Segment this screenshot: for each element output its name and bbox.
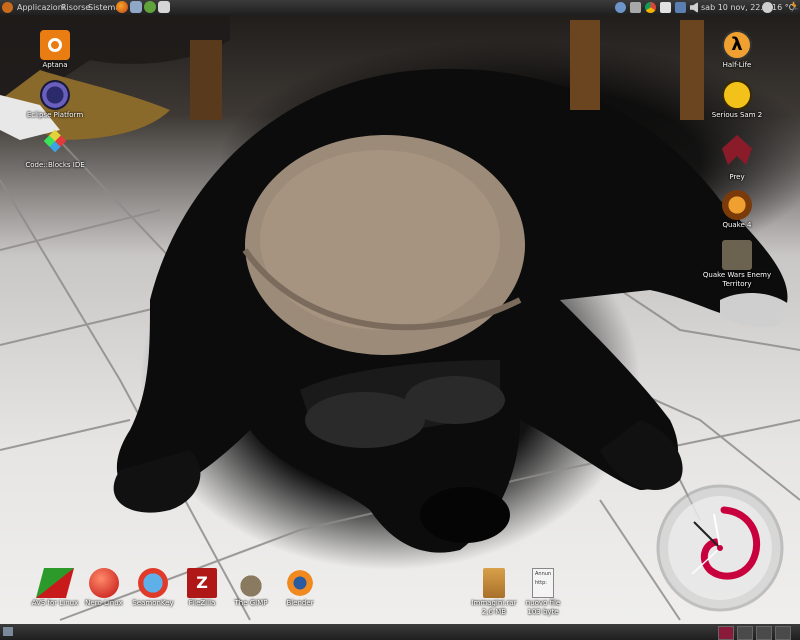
- desktop-icon-label: Aptana: [42, 61, 68, 69]
- desktop-icon-blender[interactable]: Blender: [255, 568, 345, 608]
- network-icon[interactable]: [675, 2, 686, 13]
- show-desktop-icon[interactable]: [3, 627, 13, 636]
- desktop-icon-eclipse[interactable]: Eclipse Platform: [10, 80, 100, 120]
- top-panel: Applicazioni Risorse Sistema sab 10 nov,…: [0, 0, 800, 15]
- desktop-icon-codeblocks[interactable]: Code::Blocks IDE: [10, 129, 100, 170]
- messenger-icon[interactable]: [144, 1, 156, 13]
- file-name: nuovo file: [525, 599, 561, 607]
- file-preview-line: http:: [535, 580, 547, 586]
- desktop-icon-quake4[interactable]: Quake 4: [692, 190, 782, 230]
- quake-wars-icon: [722, 240, 752, 270]
- desktop-icon-prey[interactable]: Prey: [692, 135, 782, 182]
- workspace-3[interactable]: [756, 626, 772, 640]
- workspace-2[interactable]: [737, 626, 753, 640]
- workspace-4[interactable]: [775, 626, 791, 640]
- half-life-icon: λ: [722, 30, 752, 60]
- file-manager-icon[interactable]: [130, 1, 142, 13]
- desktop-icon-label: Quake Wars Enemy Territory: [702, 271, 772, 288]
- desktop-icon-label: Eclipse Platform: [26, 111, 84, 119]
- text-file-icon: Annun http:: [532, 568, 554, 598]
- logout-runner-icon[interactable]: 🏃: [788, 2, 800, 13]
- codeblocks-icon: [40, 129, 70, 160]
- bottom-panel: [0, 624, 800, 640]
- desktop-icon-label: Blender: [286, 599, 314, 607]
- debian-clock-icon[interactable]: [654, 482, 786, 614]
- eclipse-icon: [40, 80, 70, 110]
- aptana-icon: [40, 30, 70, 60]
- desktop-icon-label: Serious Sam 2: [711, 111, 763, 119]
- menu-risorse[interactable]: Risorse: [61, 1, 90, 14]
- desktop-icon-quake-wars[interactable]: Quake Wars Enemy Territory: [692, 240, 782, 289]
- desktop-icon-label: Code::Blocks IDE: [25, 161, 85, 169]
- desktop-icon-serious-sam[interactable]: Serious Sam 2: [692, 80, 782, 120]
- quake4-icon: [722, 190, 752, 220]
- mail-icon[interactable]: [158, 1, 170, 13]
- firefox-icon[interactable]: [116, 1, 128, 13]
- blender-icon: [285, 568, 315, 598]
- file-size: 103 byte: [527, 608, 559, 616]
- chrome-icon[interactable]: [645, 2, 656, 13]
- workspace-1[interactable]: [718, 626, 734, 640]
- prey-icon: [722, 135, 752, 165]
- user-icon[interactable]: [615, 2, 626, 13]
- menu-applicazioni[interactable]: Applicazioni: [17, 1, 65, 14]
- desktop-icon-half-life[interactable]: λ Half-Life: [692, 30, 782, 70]
- serious-sam-icon: [722, 80, 752, 110]
- volume-icon[interactable]: [690, 2, 698, 13]
- desktop-icon-label: Quake 4: [722, 221, 752, 229]
- desktop-icon-label: Prey: [729, 173, 745, 181]
- screen-icon[interactable]: [630, 2, 641, 13]
- desktop-icon-label: Half-Life: [722, 61, 752, 69]
- mail-tray-icon[interactable]: [660, 2, 671, 13]
- desktop-icon-aptana[interactable]: Aptana: [10, 30, 100, 70]
- file-preview-line: Annun: [535, 571, 552, 577]
- ubuntu-logo-icon[interactable]: [2, 2, 13, 13]
- desktop-file-text[interactable]: Annun http: nuovo file 103 byte: [498, 568, 588, 617]
